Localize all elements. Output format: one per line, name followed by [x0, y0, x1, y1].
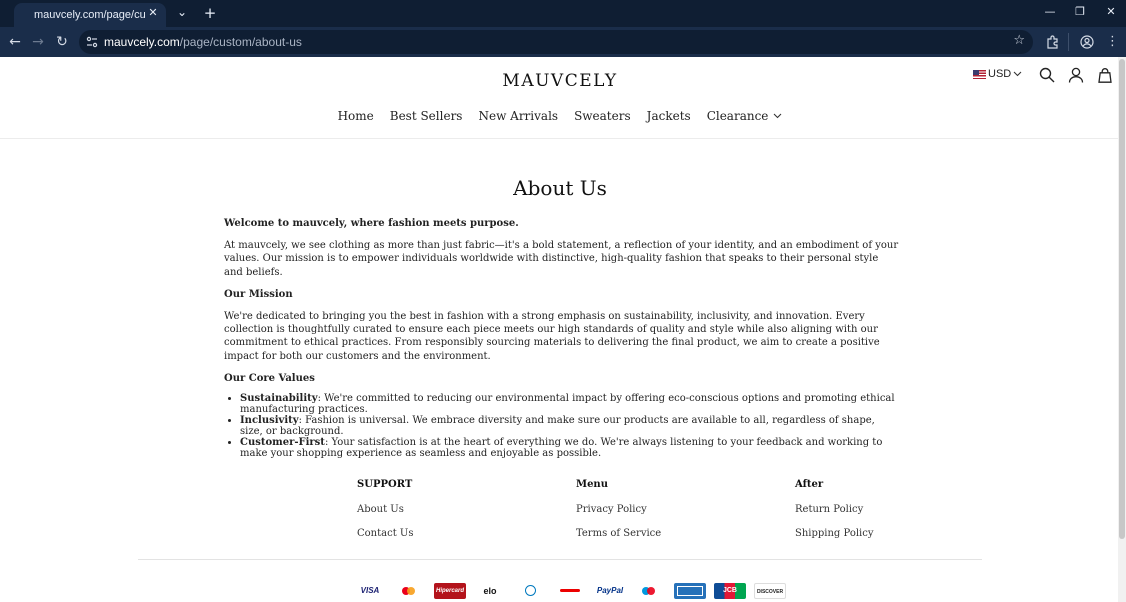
santander-icon	[554, 583, 586, 599]
footer-heading: After	[795, 479, 824, 490]
forward-icon[interactable]: →	[28, 27, 48, 57]
mission-paragraph: We're dedicated to bringing you the best…	[224, 311, 880, 362]
payment-methods: VISA Hipercard elo PayPal JCB DISCOVER	[354, 583, 786, 599]
footer-link-contact-us[interactable]: Contact Us	[357, 528, 413, 539]
page-title: About Us	[513, 176, 607, 200]
footer-link-return-policy[interactable]: Return Policy	[795, 504, 874, 515]
footer-divider	[138, 559, 982, 560]
footer-link-about-us[interactable]: About Us	[357, 504, 413, 515]
value-label: Sustainability	[240, 393, 318, 405]
currency-label: USD	[988, 68, 1012, 80]
tab-title: mauvcely.com/page/custom/about-us	[34, 9, 146, 21]
scrollbar-thumb[interactable]	[1119, 59, 1125, 539]
paypal-icon: PayPal	[596, 586, 624, 595]
values-heading: Our Core Values	[224, 372, 315, 384]
url-text: mauvcely.com/page/custom/about-us	[104, 35, 302, 49]
browser-menu-icon[interactable]: ⋮	[1106, 27, 1119, 57]
browser-tab-strip: mauvcely.com/page/custom/about-us ✕ ⌄ + …	[0, 0, 1126, 27]
tab-close-icon[interactable]: ✕	[146, 6, 160, 20]
site-logo[interactable]: MAUVCELY	[0, 71, 1120, 91]
account-icon[interactable]	[1068, 67, 1084, 83]
footer-column-after: After Return Policy Shipping Policy	[795, 479, 874, 552]
footer-link-terms-of-service[interactable]: Terms of Service	[576, 528, 661, 539]
footer-link-privacy-policy[interactable]: Privacy Policy	[576, 504, 661, 515]
site-info-icon[interactable]	[86, 36, 98, 48]
nav-sweaters[interactable]: Sweaters	[574, 109, 631, 123]
chevron-down-icon	[774, 113, 782, 119]
new-tab-button[interactable]: +	[202, 4, 218, 22]
list-item: Customer-First: Your satisfaction is at …	[240, 437, 899, 459]
us-flag-icon	[973, 69, 986, 79]
core-values-list: Sustainability: We're committed to reduc…	[224, 393, 899, 459]
chevron-down-icon	[1013, 71, 1022, 77]
footer-heading: SUPPORT	[357, 479, 413, 490]
value-text: : Fashion is universal. We embrace diver…	[240, 415, 875, 438]
search-icon[interactable]	[1039, 67, 1055, 83]
elo-icon: elo	[483, 586, 497, 596]
value-label: Customer-First	[240, 437, 325, 449]
intro-paragraph: At mauvcely, we see clothing as more tha…	[224, 240, 899, 278]
value-text: : Your satisfaction is at the heart of e…	[240, 437, 883, 460]
browser-tab[interactable]: mauvcely.com/page/custom/about-us ✕	[14, 3, 166, 27]
american-express-icon	[674, 583, 706, 599]
profile-icon[interactable]	[1080, 35, 1094, 49]
about-content: Welcome to mauvcely, where fashion meets…	[224, 217, 899, 459]
footer-column-support: SUPPORT About Us Contact Us	[357, 479, 413, 552]
mission-heading: Our Mission	[224, 288, 293, 300]
back-icon[interactable]: ←	[5, 27, 25, 57]
currency-selector[interactable]: USD	[973, 68, 1022, 80]
intro-heading: Welcome to mauvcely, where fashion meets…	[224, 218, 519, 229]
jcb-icon: JCB	[714, 583, 746, 599]
web-page: MAUVCELY USD Home Best Sellers New Arriv…	[0, 57, 1126, 602]
url-host: mauvcely.com	[104, 35, 180, 49]
footer-heading: Menu	[576, 479, 608, 490]
minimize-button[interactable]: —	[1042, 5, 1058, 18]
hipercard-icon: Hipercard	[434, 583, 466, 599]
close-window-button[interactable]: ✕	[1103, 5, 1119, 18]
nav-clearance-label: Clearance	[706, 109, 769, 123]
discover-icon: DISCOVER	[754, 583, 786, 599]
nav-best-sellers[interactable]: Best Sellers	[390, 109, 463, 123]
address-bar[interactable]: mauvcely.com/page/custom/about-us ☆	[79, 30, 1033, 54]
list-item: Inclusivity: Fashion is universal. We em…	[240, 415, 899, 437]
visa-icon: VISA	[360, 586, 380, 595]
mastercard-icon	[394, 583, 426, 599]
footer-column-menu: Menu Privacy Policy Terms of Service	[576, 479, 661, 552]
bookmark-star-icon[interactable]: ☆	[1013, 33, 1025, 48]
diners-club-icon	[514, 583, 546, 599]
nav-clearance[interactable]: Clearance	[707, 109, 783, 123]
extensions-icon[interactable]	[1046, 35, 1060, 49]
nav-home[interactable]: Home	[338, 109, 374, 123]
nav-new-arrivals[interactable]: New Arrivals	[478, 109, 558, 123]
cart-bag-icon[interactable]	[1097, 67, 1113, 83]
nav-jackets[interactable]: Jackets	[647, 109, 691, 123]
value-label: Inclusivity	[240, 415, 299, 427]
page-scrollbar[interactable]	[1118, 57, 1126, 602]
tab-list-icon[interactable]: ⌄	[174, 5, 190, 19]
url-path: /page/custom/about-us	[179, 35, 302, 49]
maestro-icon	[634, 583, 666, 599]
browser-toolbar: ← → ↻ mauvcely.com/page/custom/about-us …	[0, 27, 1126, 57]
footer-link-shipping-policy[interactable]: Shipping Policy	[795, 528, 874, 539]
main-nav: Home Best Sellers New Arrivals Sweaters …	[0, 109, 1120, 123]
reload-icon[interactable]: ↻	[52, 27, 72, 57]
header-divider	[0, 138, 1118, 139]
list-item: Sustainability: We're committed to reduc…	[240, 393, 899, 415]
toolbar-divider	[1068, 33, 1069, 51]
restore-button[interactable]: ❐	[1072, 5, 1088, 18]
value-text: : We're committed to reducing our enviro…	[240, 393, 895, 416]
